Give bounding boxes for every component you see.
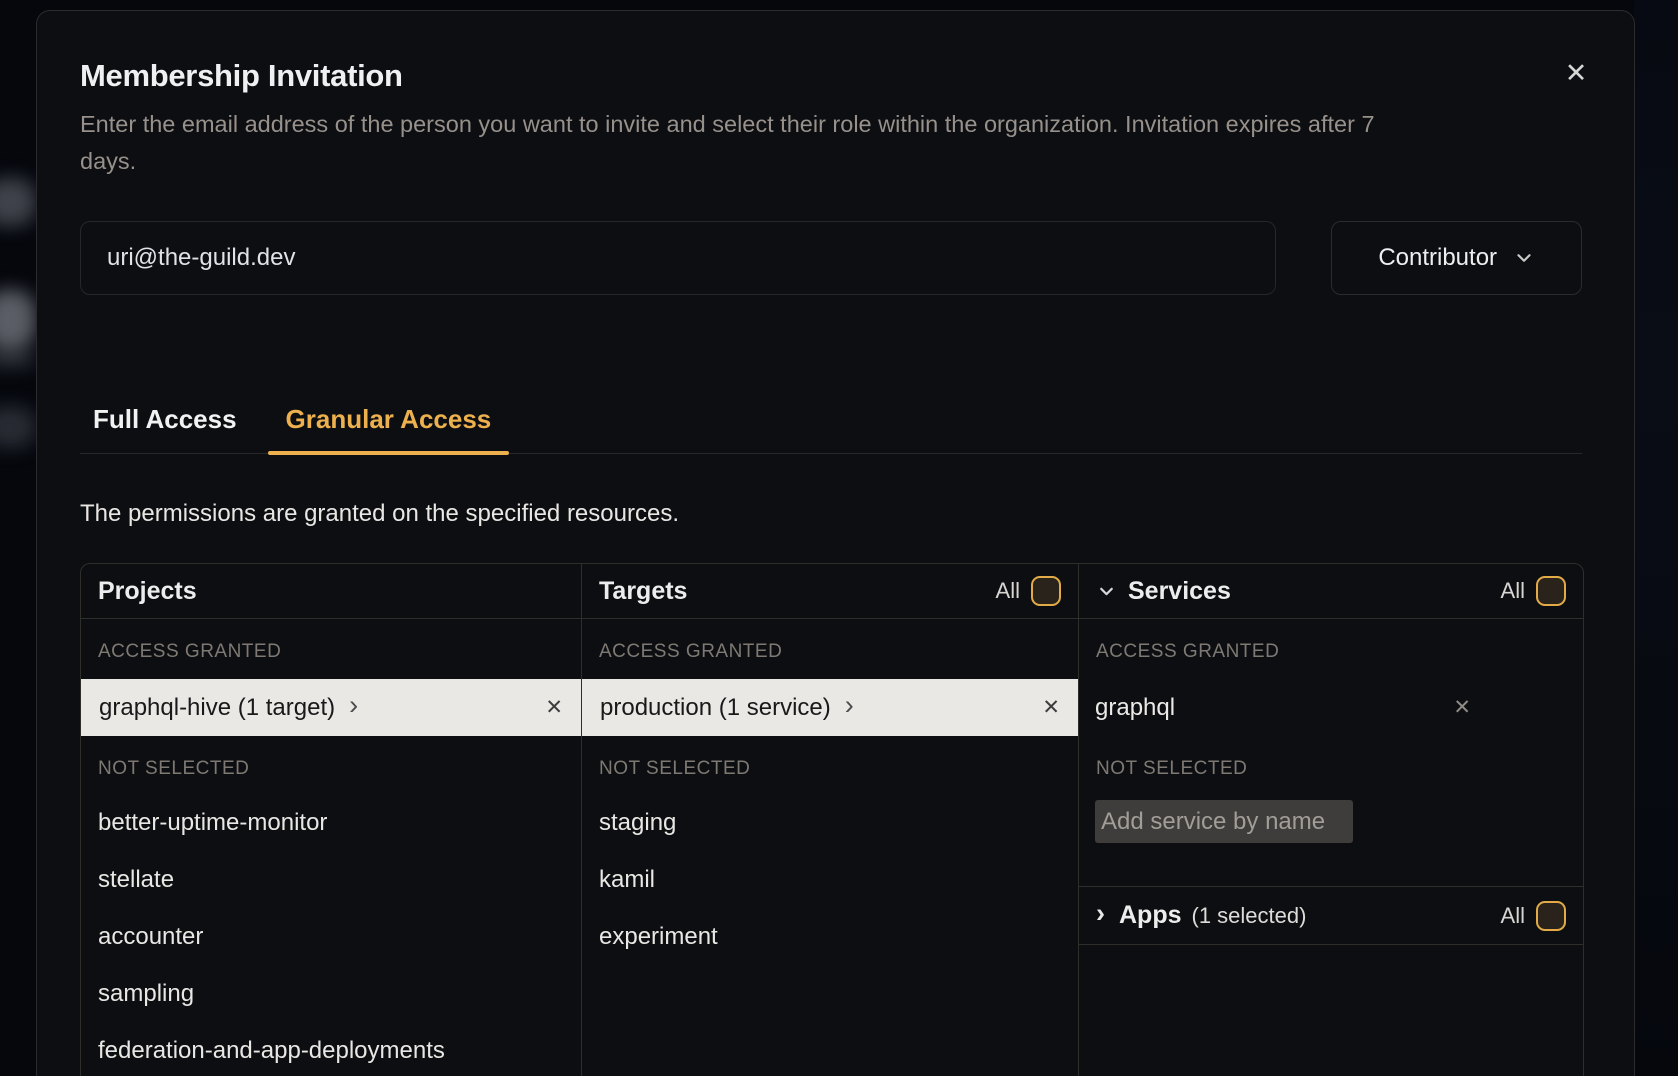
targets-column-header: Targets All [582,564,1078,619]
services-body: ACCESS GRANTED graphql ✕ NOT SELECTED [1079,641,1583,887]
services-column-header: Services All [1079,564,1583,619]
services-column-title[interactable]: Services [1096,577,1231,606]
targets-column: Targets All ACCESS GRANTED production (1… [581,564,1078,1076]
active-tab-underline [268,451,510,455]
dialog-title: Membership Invitation [80,57,1582,94]
page-backdrop [1634,0,1678,1076]
background-page-blur [0,290,36,350]
services-all-label: All [1501,578,1525,604]
list-item[interactable]: kamil [582,851,1078,908]
chevron-right-icon: › [349,692,358,723]
list-item[interactable]: stellate [81,851,581,908]
services-all-group: All [1501,576,1566,606]
targets-all-checkbox[interactable] [1031,576,1061,606]
apps-selected-count: (1 selected) [1192,903,1307,929]
projects-column-header: Projects [81,564,581,619]
projects-column-title: Projects [98,577,197,606]
apps-all-group: All [1501,901,1566,931]
background-page-blur [0,178,36,226]
granted-service-row[interactable]: graphql ✕ [1079,679,1583,736]
apps-section-row[interactable]: › Apps (1 selected) All [1079,887,1583,945]
chevron-down-icon [1513,247,1535,269]
projects-column: Projects ACCESS GRANTED graphql-hive (1 … [81,564,581,1076]
description-line: Enter the email address of the person yo… [80,106,1582,143]
list-item[interactable]: federation-and-app-deployments [81,1022,581,1076]
services-column: Services All ACCESS GRANTED graphql ✕ NO… [1078,564,1583,1076]
tab-granular-access[interactable]: Granular Access [268,402,510,453]
targets-not-selected-list: staging kamil experiment [582,794,1078,965]
list-item[interactable]: staging [582,794,1078,851]
permissions-note: The permissions are granted on the speci… [80,499,1582,529]
not-selected-label: NOT SELECTED [599,758,1061,780]
granted-project-row[interactable]: graphql-hive (1 target) › ✕ [81,679,581,736]
targets-column-title: Targets [599,577,687,606]
role-dropdown-value: Contributor [1378,244,1497,272]
list-item[interactable]: accounter [81,908,581,965]
chevron-right-icon: › [845,692,854,723]
access-tabs: Full Access Granular Access [80,402,1582,454]
add-service-input[interactable] [1095,800,1353,843]
granted-project-label: graphql-hive (1 target) [99,694,335,722]
apps-section-title: Apps [1119,901,1182,930]
chevron-right-icon: › [1096,898,1105,933]
not-selected-label: NOT SELECTED [98,758,564,780]
list-item[interactable]: better-uptime-monitor [81,794,581,851]
close-icon[interactable]: ✕ [1558,55,1594,91]
email-field[interactable] [80,221,1276,295]
chevron-down-icon [1096,581,1117,602]
targets-all-group: All [996,576,1061,606]
invite-form-row: Contributor [80,221,1582,295]
services-column-title-label: Services [1128,577,1231,606]
description-line: days. [80,143,1582,180]
granted-target-label: production (1 service) [600,694,831,722]
membership-invitation-dialog: ✕ Membership Invitation Enter the email … [36,10,1635,1076]
background-page-blur [0,406,36,448]
access-granted-label: ACCESS GRANTED [98,641,564,663]
remove-target-icon[interactable]: ✕ [1042,695,1060,720]
granted-target-row[interactable]: production (1 service) › ✕ [582,679,1078,736]
list-item[interactable]: sampling [81,965,581,1022]
tab-granular-access-label: Granular Access [286,404,492,434]
apps-all-label: All [1501,903,1525,929]
not-selected-label: NOT SELECTED [1096,758,1566,780]
remove-service-icon[interactable]: ✕ [1453,695,1471,720]
projects-not-selected-list: better-uptime-monitor stellate accounter… [81,794,581,1076]
background-page-blur [0,352,36,366]
access-granted-label: ACCESS GRANTED [599,641,1061,663]
apps-all-checkbox[interactable] [1536,901,1566,931]
services-all-checkbox[interactable] [1536,576,1566,606]
granted-service-label: graphql [1095,694,1175,722]
remove-project-icon[interactable]: ✕ [545,695,563,720]
list-item[interactable]: experiment [582,908,1078,965]
tab-full-access[interactable]: Full Access [80,402,250,453]
dialog-description: Enter the email address of the person yo… [80,106,1582,180]
targets-all-label: All [996,578,1020,604]
role-dropdown[interactable]: Contributor [1331,221,1582,295]
access-granted-label: ACCESS GRANTED [1096,641,1566,663]
resource-picker-table: Projects ACCESS GRANTED graphql-hive (1 … [80,563,1584,1076]
